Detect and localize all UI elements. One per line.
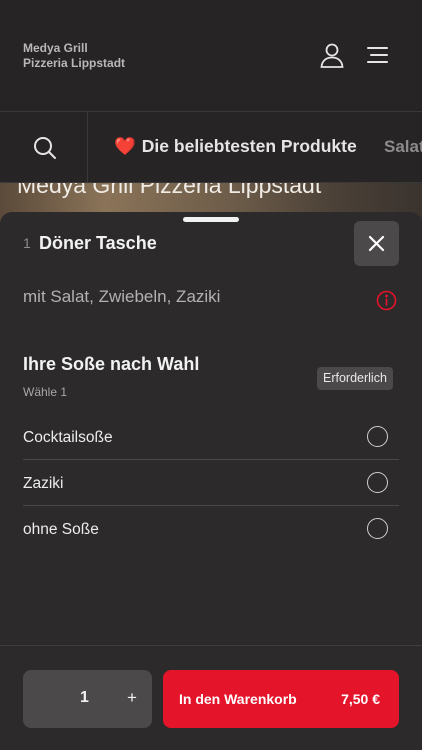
- footer-bar: 1 + In den Warenkorb 7,50 €: [0, 645, 422, 750]
- top-bar: Medya Grill Pizzeria Lippstadt: [0, 0, 422, 112]
- radio-button[interactable]: [367, 472, 388, 493]
- option-group-title: Ihre Soße nach Wahl: [23, 354, 200, 374]
- search-icon: [34, 137, 56, 159]
- menu-icon[interactable]: [365, 42, 391, 68]
- radio-button[interactable]: [367, 518, 388, 539]
- option-group-subtitle: Wähle 1: [23, 385, 68, 399]
- add-to-cart-button[interactable]: In den Warenkorb 7,50 €: [163, 670, 399, 728]
- category-tab-label: Die beliebtesten Produkte: [141, 136, 357, 156]
- product-description: mit Salat, Zwiebeln, Zaziki: [23, 287, 221, 306]
- search-button[interactable]: [0, 112, 88, 182]
- category-tab-popular[interactable]: ❤️ Die beliebtesten Produkte: [114, 136, 357, 157]
- hero-title: Medya Grill Pizzeria Lippstadt: [17, 183, 322, 198]
- drag-handle[interactable]: [183, 217, 239, 222]
- brand-line-2: Pizzeria Lippstadt: [23, 56, 126, 70]
- quantity-tag: 1: [23, 235, 31, 251]
- product-title: Döner Tasche: [39, 233, 157, 253]
- category-tab-salat[interactable]: Salat: [384, 137, 422, 157]
- close-icon: [368, 235, 385, 252]
- option-label: Cocktailsoße: [23, 429, 113, 446]
- required-badge: Erforderlich: [317, 367, 393, 390]
- option-label: ohne Soße: [23, 521, 99, 538]
- increment-button[interactable]: +: [122, 686, 142, 710]
- info-icon[interactable]: [376, 290, 397, 316]
- option-row[interactable]: ohne Soße: [23, 506, 399, 552]
- radio-button[interactable]: [367, 426, 388, 447]
- brand-line-1: Medya Grill: [23, 41, 88, 55]
- close-button[interactable]: [354, 221, 399, 266]
- brand-name[interactable]: Medya Grill Pizzeria Lippstadt: [23, 41, 125, 71]
- option-label: Zaziki: [23, 475, 64, 492]
- option-row[interactable]: Zaziki: [23, 460, 399, 506]
- option-list: Cocktailsoße Zaziki ohne Soße: [23, 414, 399, 552]
- add-to-cart-label: In den Warenkorb: [179, 691, 297, 707]
- category-bar: ❤️ Die beliebtesten Produkte Salat: [0, 112, 422, 183]
- heart-icon: ❤️: [114, 136, 136, 156]
- quantity-value: 1: [80, 689, 89, 706]
- option-row[interactable]: Cocktailsoße: [23, 414, 399, 460]
- quantity-stepper: 1 +: [23, 670, 152, 728]
- user-icon[interactable]: [319, 42, 345, 68]
- cart-price: 7,50 €: [341, 691, 380, 707]
